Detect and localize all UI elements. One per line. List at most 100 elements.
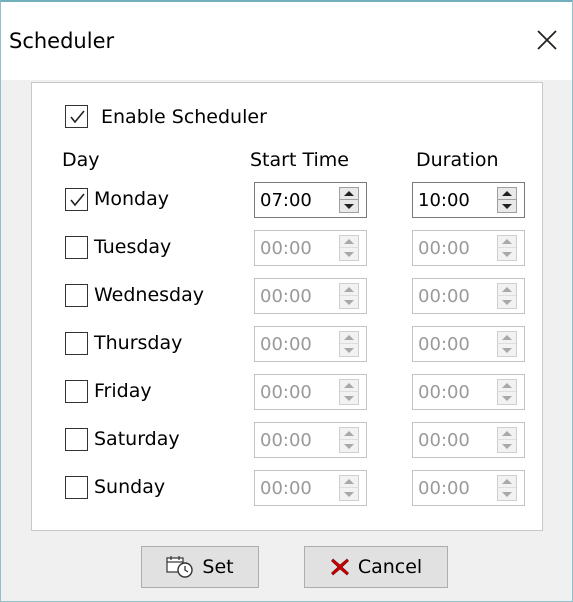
duration-field-monday[interactable]: 10:00 bbox=[412, 182, 525, 218]
spin-up-button[interactable] bbox=[498, 476, 516, 488]
start-time-spinner[interactable] bbox=[339, 283, 359, 309]
duration-value: 00:00 bbox=[418, 286, 470, 307]
spin-up-button[interactable] bbox=[340, 188, 358, 200]
start-time-field-monday[interactable]: 07:00 bbox=[254, 182, 367, 218]
day-checkbox-thursday[interactable] bbox=[65, 332, 88, 355]
duration-spinner[interactable] bbox=[497, 427, 517, 453]
duration-spinner[interactable] bbox=[497, 283, 517, 309]
start-time-spinner[interactable] bbox=[339, 235, 359, 261]
duration-value: 00:00 bbox=[418, 430, 470, 451]
start-time-header: Start Time bbox=[250, 149, 349, 171]
spin-down-button[interactable] bbox=[340, 392, 358, 404]
spin-down-button[interactable] bbox=[498, 344, 516, 356]
arrow-down-icon bbox=[344, 347, 354, 353]
cancel-button-label: Cancel bbox=[357, 556, 423, 578]
spin-down-button[interactable] bbox=[340, 344, 358, 356]
start-time-spinner[interactable] bbox=[339, 427, 359, 453]
duration-field-sunday[interactable]: 00:00 bbox=[412, 470, 525, 506]
day-checkbox-monday[interactable] bbox=[65, 188, 88, 211]
spin-down-button[interactable] bbox=[498, 248, 516, 260]
start-time-spinner[interactable] bbox=[339, 331, 359, 357]
duration-spinner[interactable] bbox=[497, 379, 517, 405]
duration-value: 00:00 bbox=[418, 238, 470, 259]
spin-down-button[interactable] bbox=[340, 488, 358, 500]
checkmark-icon bbox=[69, 192, 85, 206]
day-label-wednesday: Wednesday bbox=[94, 284, 205, 306]
arrow-up-icon bbox=[344, 383, 354, 388]
close-button[interactable] bbox=[527, 20, 567, 60]
duration-spinner[interactable] bbox=[497, 331, 517, 357]
arrow-up-icon bbox=[344, 431, 354, 436]
spin-up-button[interactable] bbox=[498, 332, 516, 344]
arrow-down-icon bbox=[502, 251, 512, 257]
spin-up-button[interactable] bbox=[340, 476, 358, 488]
duration-spinner[interactable] bbox=[497, 235, 517, 261]
duration-field-thursday[interactable]: 00:00 bbox=[412, 326, 525, 362]
day-checkbox-sunday[interactable] bbox=[65, 476, 88, 499]
start-time-field-thursday[interactable]: 00:00 bbox=[254, 326, 367, 362]
duration-field-wednesday[interactable]: 00:00 bbox=[412, 278, 525, 314]
arrow-down-icon bbox=[502, 203, 512, 209]
start-time-field-sunday[interactable]: 00:00 bbox=[254, 470, 367, 506]
start-time-spinner[interactable] bbox=[339, 187, 359, 213]
start-time-field-tuesday[interactable]: 00:00 bbox=[254, 230, 367, 266]
day-checkbox-friday[interactable] bbox=[65, 380, 88, 403]
spin-down-button[interactable] bbox=[340, 200, 358, 212]
arrow-up-icon bbox=[502, 431, 512, 436]
start-time-value: 00:00 bbox=[260, 286, 312, 307]
spin-down-button[interactable] bbox=[498, 200, 516, 212]
spin-down-button[interactable] bbox=[498, 392, 516, 404]
duration-value: 00:00 bbox=[418, 334, 470, 355]
start-time-field-wednesday[interactable]: 00:00 bbox=[254, 278, 367, 314]
spin-up-button[interactable] bbox=[340, 428, 358, 440]
schedule-panel: Enable Scheduler Day Start Time Duration… bbox=[31, 82, 543, 531]
set-button[interactable]: Set bbox=[141, 546, 259, 588]
spin-down-button[interactable] bbox=[498, 440, 516, 452]
spin-up-button[interactable] bbox=[498, 428, 516, 440]
spin-up-button[interactable] bbox=[340, 332, 358, 344]
start-time-field-friday[interactable]: 00:00 bbox=[254, 374, 367, 410]
spin-down-button[interactable] bbox=[340, 296, 358, 308]
title-bar: Scheduler bbox=[1, 2, 572, 80]
day-checkbox-wednesday[interactable] bbox=[65, 284, 88, 307]
arrow-down-icon bbox=[502, 491, 512, 497]
spin-up-button[interactable] bbox=[498, 380, 516, 392]
duration-spinner[interactable] bbox=[497, 187, 517, 213]
spin-down-button[interactable] bbox=[498, 488, 516, 500]
spin-down-button[interactable] bbox=[340, 248, 358, 260]
day-header: Day bbox=[62, 149, 100, 171]
start-time-value: 00:00 bbox=[260, 238, 312, 259]
arrow-down-icon bbox=[502, 395, 512, 401]
spin-up-button[interactable] bbox=[498, 236, 516, 248]
enable-scheduler-label: Enable Scheduler bbox=[101, 106, 267, 128]
arrow-up-icon bbox=[502, 383, 512, 388]
arrow-down-icon bbox=[502, 299, 512, 305]
window-title: Scheduler bbox=[9, 29, 115, 53]
spin-up-button[interactable] bbox=[340, 284, 358, 296]
start-time-spinner[interactable] bbox=[339, 475, 359, 501]
spin-up-button[interactable] bbox=[498, 188, 516, 200]
spin-up-button[interactable] bbox=[340, 380, 358, 392]
day-checkbox-saturday[interactable] bbox=[65, 428, 88, 451]
duration-field-tuesday[interactable]: 00:00 bbox=[412, 230, 525, 266]
duration-field-saturday[interactable]: 00:00 bbox=[412, 422, 525, 458]
cancel-button[interactable]: Cancel bbox=[304, 546, 448, 588]
start-time-field-saturday[interactable]: 00:00 bbox=[254, 422, 367, 458]
arrow-up-icon bbox=[502, 287, 512, 292]
duration-value: 00:00 bbox=[418, 382, 470, 403]
day-checkbox-tuesday[interactable] bbox=[65, 236, 88, 259]
spin-down-button[interactable] bbox=[498, 296, 516, 308]
spin-up-button[interactable] bbox=[340, 236, 358, 248]
spin-up-button[interactable] bbox=[498, 284, 516, 296]
start-time-value: 07:00 bbox=[260, 190, 312, 211]
day-label-friday: Friday bbox=[94, 380, 152, 402]
day-label-saturday: Saturday bbox=[94, 428, 180, 450]
duration-field-friday[interactable]: 00:00 bbox=[412, 374, 525, 410]
spin-down-button[interactable] bbox=[340, 440, 358, 452]
start-time-spinner[interactable] bbox=[339, 379, 359, 405]
day-label-thursday: Thursday bbox=[94, 332, 183, 354]
start-time-value: 00:00 bbox=[260, 430, 312, 451]
enable-scheduler-checkbox[interactable] bbox=[65, 105, 88, 128]
arrow-up-icon bbox=[344, 191, 354, 196]
duration-spinner[interactable] bbox=[497, 475, 517, 501]
